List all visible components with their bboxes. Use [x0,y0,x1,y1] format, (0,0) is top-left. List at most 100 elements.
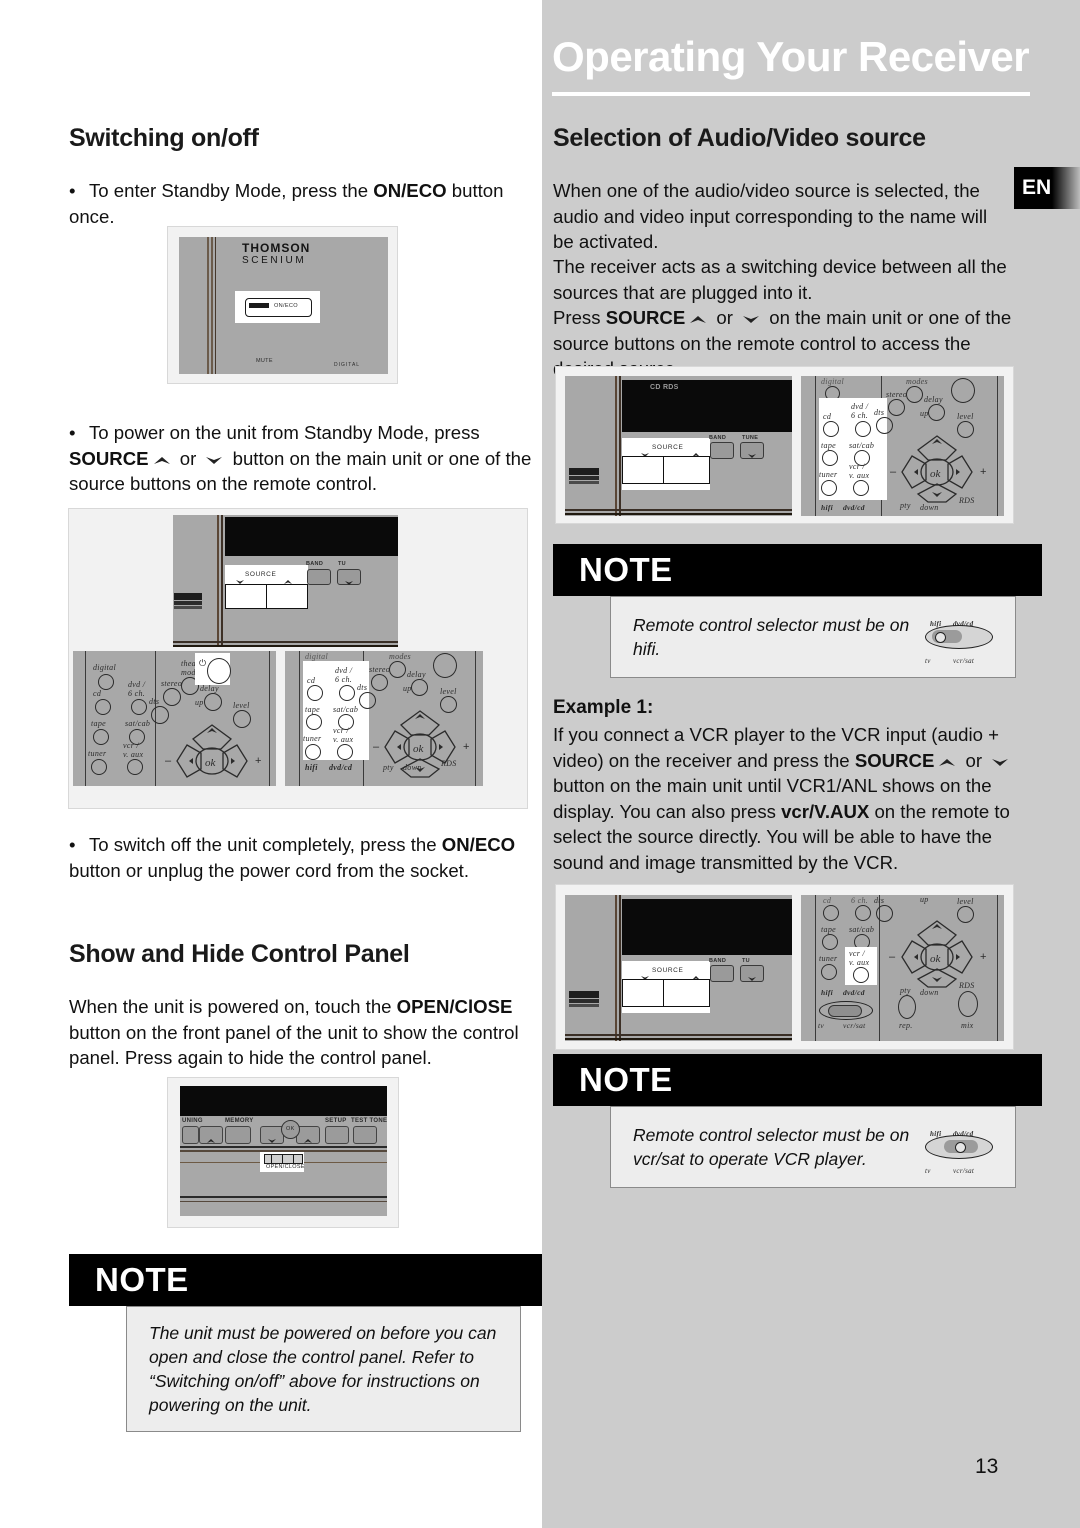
minus-label: – [890,466,897,478]
remote-btn-tape[interactable] [93,729,109,745]
remote-btn-tuner[interactable] [821,964,837,980]
remote-btn-power[interactable] [433,653,457,678]
figure-source-selection-top: CD RDS SOURCE BAND TUNE digital cd dvd /… [555,366,1014,524]
remote-key-rds: RDS [959,981,975,990]
remote-key-level: level [957,897,974,906]
setup-button[interactable] [325,1126,349,1144]
figure-source-and-remotes: SOURCE BAND TU digital dvd / 6 ch. cd ta… [68,508,528,809]
remote-key-6ch: 6 ch. [128,689,146,698]
remote-btn-dvd[interactable] [339,685,355,701]
remote-btn-dts[interactable] [876,417,893,434]
cd-rds-label: CD RDS [650,384,679,391]
ok-button[interactable]: OK [281,1120,300,1139]
remote-btn-delay[interactable] [928,404,945,421]
heading-switching-on-off: Switching on/off [69,124,259,152]
figure-source-selection-bottom: SOURCE BAND TU cd 6 ch. tape sat/cab tun… [555,884,1014,1050]
standby-text-pre: To enter Standby Mode, press the [89,180,374,201]
remote-btn-power[interactable] [951,378,975,403]
tuning-up-button[interactable] [199,1126,223,1144]
band-label: BAND [709,435,727,441]
selector-dvdcd-label: dvd/cd [329,763,353,772]
remote-btn-dvd[interactable] [131,699,147,715]
remote-btn-tape[interactable] [822,450,838,466]
remote-key-vcr: vcr / [849,949,865,958]
remote-btn-stereo[interactable] [888,399,905,416]
remote-key-vcr: vcr / [849,462,865,471]
on-eco-button-label: ON/ECO [274,303,298,309]
test-tone-button[interactable] [353,1126,377,1144]
note-text: The unit must be powered on before you c… [126,1306,521,1432]
remote-key-satcab: sat/cab [849,925,875,934]
remote-btn-dts[interactable] [151,706,169,724]
note-block-right-2: NOTE Remote control selector must be on … [553,1054,1042,1188]
remote-btn-tape[interactable] [306,714,322,730]
remote-btn-pty[interactable] [898,995,916,1019]
open-close-bold: OPEN/ClOSE [396,996,513,1017]
header-divider [552,92,1030,96]
tuning-label: TU [742,958,750,964]
remote-dpad[interactable]: ok [169,723,255,783]
remote-btn-dvd[interactable] [855,905,871,921]
remote-dpad[interactable]: ok [894,919,980,989]
tuning-button[interactable] [740,965,764,982]
remote-btn-dts[interactable] [876,905,893,922]
remote-key-rds: RDS [441,759,457,768]
remote-btn-tape[interactable] [822,934,838,950]
remote-dpad[interactable]: ok [894,434,980,504]
remote-btn-cd[interactable] [823,421,839,437]
remote-btn-vaux[interactable] [853,480,869,496]
open-close-label: OPEN/CLOSE [266,1164,305,1170]
remote-btn-tuner[interactable] [821,480,837,496]
language-badge-label: EN [1022,176,1052,199]
panel-button[interactable] [182,1126,199,1144]
remote-btn-modes[interactable] [389,661,406,678]
heading-selection-of-source: Selection of Audio/Video source [553,124,926,152]
figure-main-unit-bottom: SOURCE BAND TU [565,895,792,1041]
remote-btn-dvd[interactable] [855,421,871,437]
remote-btn-cd[interactable] [307,685,323,701]
remote-btn-modes[interactable] [906,386,923,403]
remote-btn-delay[interactable] [204,693,222,711]
remote-btn-rds[interactable] [958,991,978,1017]
band-button[interactable] [307,569,331,585]
remote-key-dts: dts [357,683,368,692]
selector-switch[interactable] [925,625,993,649]
remote-btn-delay[interactable] [411,679,428,696]
selector-switch[interactable] [925,1135,993,1159]
remote-btn-tuner[interactable] [305,744,321,760]
remote-btn-power[interactable] [207,658,231,684]
page-number: 13 [975,1455,999,1478]
remote-btn-cd[interactable] [95,699,111,715]
remote-btn-stereo[interactable] [371,674,388,691]
remote-key-vaux: v. aux [849,958,870,967]
tuning-button[interactable] [740,442,764,459]
selector-switch[interactable] [819,1001,873,1020]
remote-btn-vaux[interactable] [127,759,143,775]
remote-btn-digital[interactable] [98,674,114,690]
remote-key-cd: cd [823,412,832,421]
on-eco-button-highlight[interactable]: ON/ECO [245,298,312,317]
band-button[interactable] [710,442,734,459]
remote-selector-graphic: hifi dvd/cd tv vcr/sat [923,1121,997,1175]
remote-btn-vaux-highlight[interactable] [853,967,869,983]
tuning-button[interactable] [337,569,361,585]
band-button[interactable] [710,965,734,982]
source-bold: SOURCE [854,749,935,771]
memory-button[interactable] [225,1126,251,1144]
setup-label: SETUP [325,1118,347,1124]
remote-btn-vaux[interactable] [337,744,353,760]
open-close-button-highlight[interactable] [264,1154,303,1164]
paragraph-control-panel: When the unit is powered on, touch the O… [69,994,534,1071]
band-label: BAND [709,958,727,964]
remote-key-level: level [957,412,974,421]
example-label: Example 1: [553,697,654,718]
remote-btn-dts[interactable] [359,692,376,709]
remote-btn-tuner[interactable] [91,759,107,775]
remote-btn-stereo[interactable] [163,688,181,706]
figure-remote-bottom: cd 6 ch. tape sat/cab tuner vcr / v. aux… [801,895,1004,1041]
down-arrow-icon [987,756,1013,768]
dolby-badge [569,991,599,1008]
remote-btn-cd[interactable] [823,905,839,921]
remote-key-satcab: sat/cab [125,719,151,728]
on-eco-bold: ON/ECO [373,180,447,201]
